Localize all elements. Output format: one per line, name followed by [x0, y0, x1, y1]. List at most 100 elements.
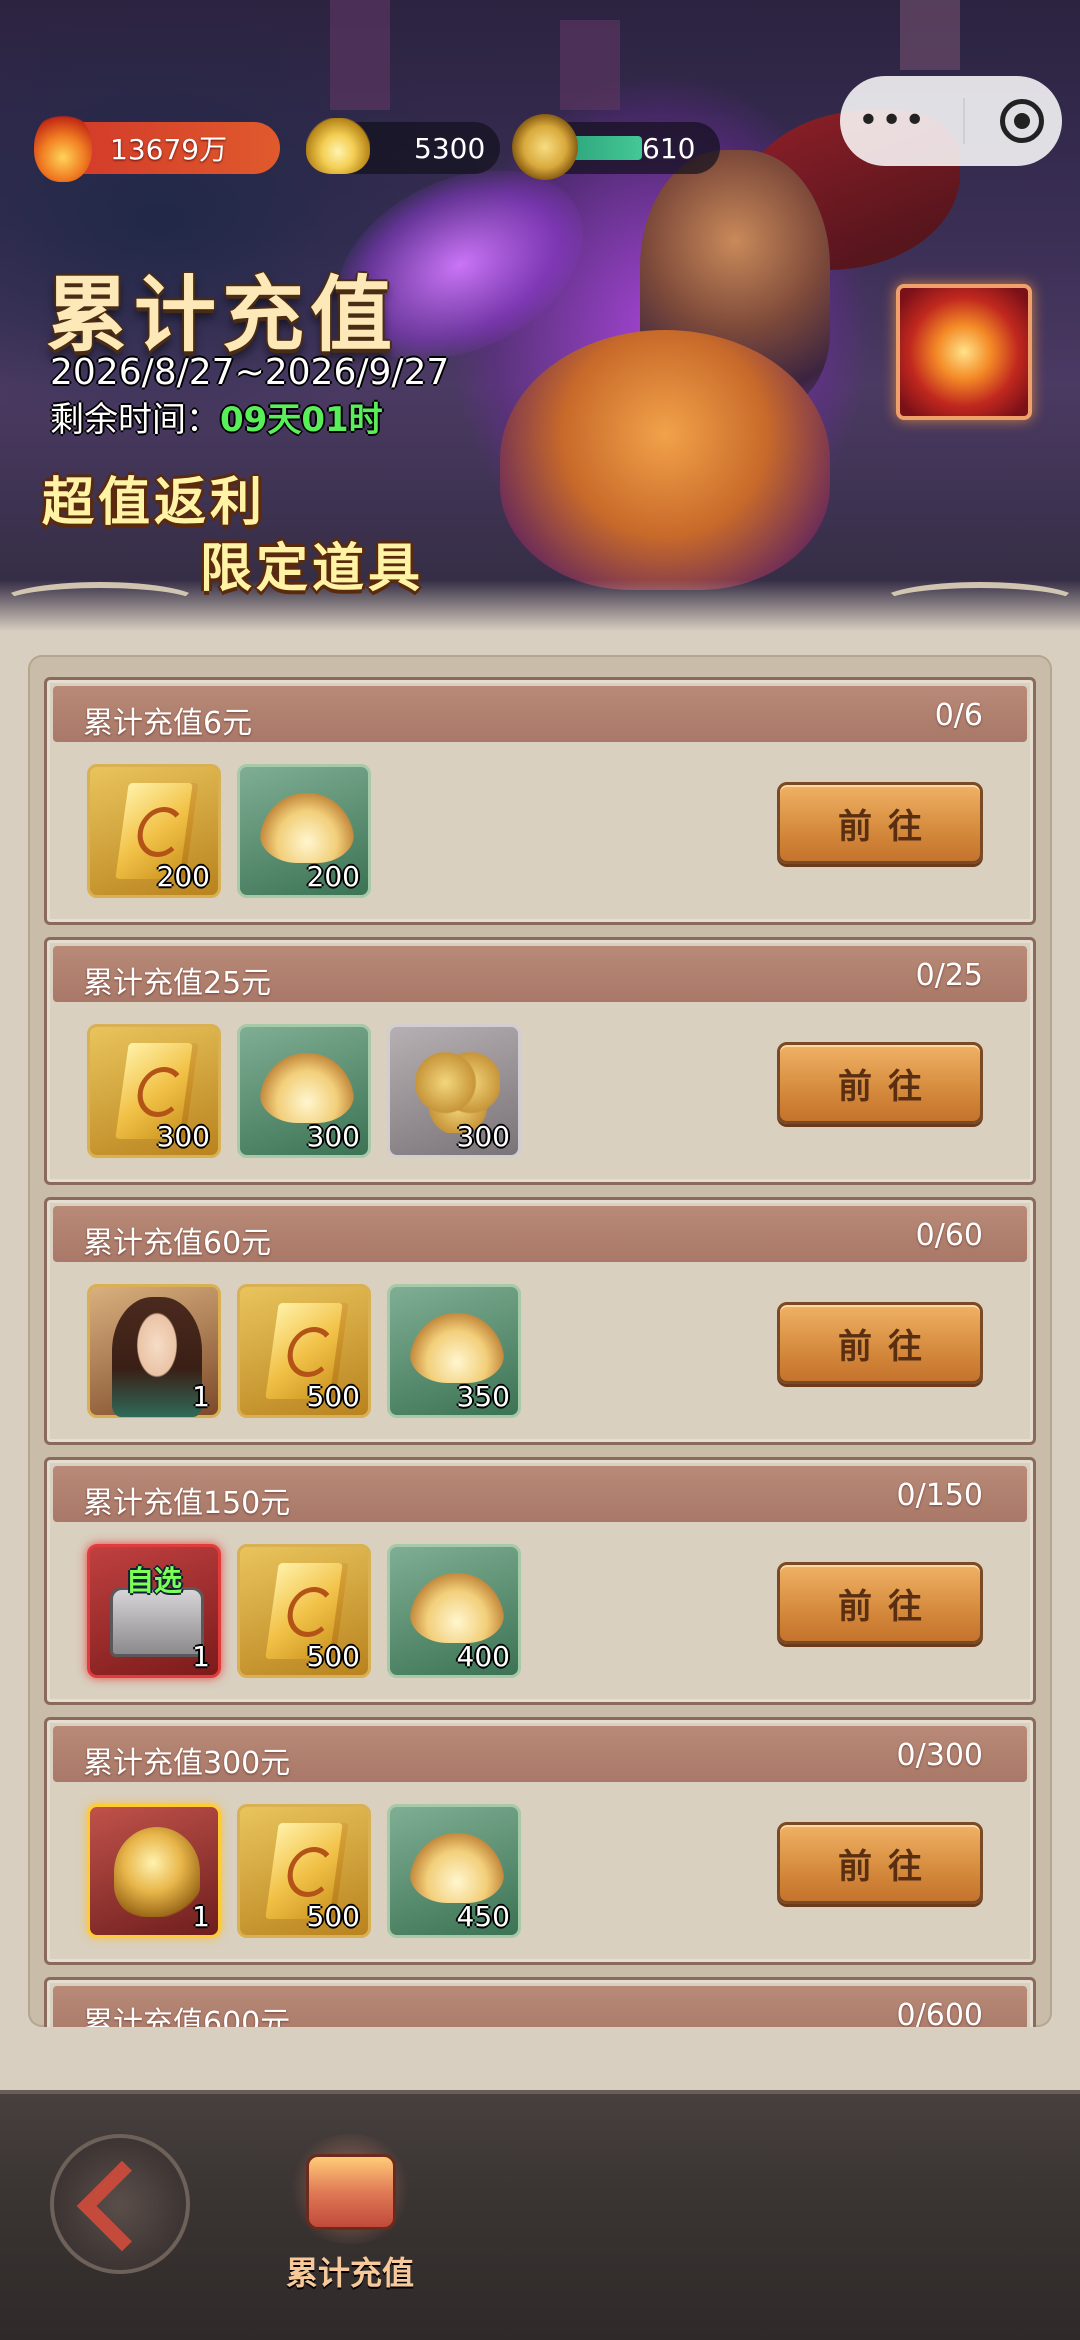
tier-header: 累计充值600元 0/600 [53, 1986, 1027, 2027]
reward-row: 1 500 450 [87, 1804, 521, 1938]
miniprogram-capsule: ••• [840, 76, 1062, 166]
reward-qty: 500 [306, 1380, 360, 1413]
banner-flag [560, 20, 620, 110]
reward-item[interactable]: 200 [237, 764, 371, 898]
lotus-icon [260, 793, 354, 863]
reward-item[interactable]: 300 [237, 1024, 371, 1158]
tier-progress: 0/6 [934, 698, 983, 733]
reward-qty: 1 [192, 1900, 210, 1933]
reward-qty: 350 [456, 1380, 510, 1413]
tab-label: 累计充值 [285, 2254, 414, 2292]
tier-progress: 0/25 [915, 958, 983, 993]
tier-progress: 0/600 [896, 1998, 983, 2027]
reward-item[interactable]: 1 [87, 1804, 221, 1938]
reward-item[interactable]: 自选 1 [87, 1544, 221, 1678]
banner-flag [900, 0, 960, 70]
reward-qty: 300 [306, 1120, 360, 1153]
optional-tag: 自选 [125, 1564, 183, 1597]
event-remaining: 剩余时间：09天01时 [50, 392, 383, 441]
reward-item[interactable]: 350 [387, 1284, 521, 1418]
remaining-time: 09天01时 [220, 400, 383, 440]
remaining-label: 剩余时间： [50, 400, 220, 440]
coin-display: 610 [512, 114, 720, 180]
power-display: 13679万 [34, 112, 280, 182]
coin-bar [572, 136, 642, 160]
tab-cumulative-recharge[interactable]: 累计充值 [270, 2124, 430, 2314]
power-value: 13679万 [110, 133, 228, 166]
hero-portrait-icon [112, 1297, 202, 1417]
tier-card: 累计充值25元 0/25 300 300 300 前往 [44, 937, 1036, 1185]
reward-item[interactable]: 1 [87, 1284, 221, 1418]
tier-card: 累计充值60元 0/60 1 500 350 前往 [44, 1197, 1036, 1445]
slogan-limited: 限定道具 [200, 539, 425, 599]
copper-coin-icon [512, 114, 578, 180]
reward-qty: 500 [306, 1900, 360, 1933]
treasure-box-icon [306, 2154, 396, 2230]
lotus-icon [260, 1053, 354, 1123]
tier-progress: 0/150 [896, 1478, 983, 1513]
reward-qty: 1 [192, 1640, 210, 1673]
banner-flag [330, 0, 390, 110]
reward-item[interactable]: 400 [387, 1544, 521, 1678]
lotus-icon [410, 1573, 504, 1643]
reward-item[interactable]: 500 [237, 1804, 371, 1938]
go-button[interactable]: 前往 [777, 1562, 983, 1644]
lotus-icon [410, 1833, 504, 1903]
tier-progress: 0/60 [915, 1218, 983, 1253]
reward-item[interactable]: 200 [87, 764, 221, 898]
tier-title: 累计充值150元 [83, 1486, 291, 1521]
tier-title: 累计充值300元 [83, 1746, 291, 1781]
tier-header: 累计充值6元 0/6 [53, 686, 1027, 742]
reward-qty: 300 [456, 1120, 510, 1153]
tier-header: 累计充值300元 0/300 [53, 1726, 1027, 1782]
reward-row: 200 200 [87, 764, 371, 898]
tier-progress: 0/300 [896, 1738, 983, 1773]
tier-card: 累计充值150元 0/150 自选 1 500 400 前往 [44, 1457, 1036, 1705]
slogan-rebate: 超值返利 [42, 473, 267, 533]
reward-qty: 200 [306, 860, 360, 893]
event-dates: 2026/8/27~2026/9/27 [50, 352, 450, 393]
reward-item[interactable]: 500 [237, 1284, 371, 1418]
reward-qty: 400 [456, 1640, 510, 1673]
tier-card: 累计充值300元 0/300 1 500 450 前往 [44, 1717, 1036, 1965]
lotus-icon [410, 1313, 504, 1383]
target-icon[interactable] [1000, 99, 1045, 143]
tier-list[interactable]: 累计充值6元 0/6 200 200 前往 累计充值25元 0/25 300 3… [28, 655, 1052, 2027]
gold-value: 5300 [414, 131, 486, 165]
reward-item[interactable]: 500 [237, 1544, 371, 1678]
go-button[interactable]: 前往 [777, 782, 983, 864]
banner-fade [0, 580, 1080, 640]
go-button[interactable]: 前往 [777, 1042, 983, 1124]
reward-qty: 450 [456, 1900, 510, 1933]
fire-orb-icon[interactable] [896, 284, 1032, 420]
capsule-divider [962, 98, 965, 144]
go-button[interactable]: 前往 [777, 1302, 983, 1384]
tier-header: 累计充值60元 0/60 [53, 1206, 1027, 1262]
reward-row: 300 300 300 [87, 1024, 521, 1158]
gold-display[interactable]: 5300 [306, 118, 500, 174]
tier-header: 累计充值25元 0/25 [53, 946, 1027, 1002]
reward-item[interactable]: 300 [387, 1024, 521, 1158]
hero-tiger-art [500, 330, 830, 590]
event-title: 累计充值 [46, 267, 399, 363]
reward-qty: 300 [156, 1120, 210, 1153]
bottom-nav: 累计充值 [0, 2090, 1080, 2340]
reward-row: 自选 1 500 400 [87, 1544, 521, 1678]
go-button[interactable]: 前往 [777, 1822, 983, 1904]
tier-card: 累计充值600元 0/600 [44, 1977, 1036, 2027]
reward-item[interactable]: 300 [87, 1024, 221, 1158]
reward-qty: 1 [192, 1380, 210, 1413]
tier-title: 累计充值6元 [83, 706, 253, 741]
tier-header: 累计充值150元 0/150 [53, 1466, 1027, 1522]
tier-card: 累计充值6元 0/6 200 200 前往 [44, 677, 1036, 925]
back-arrow-icon [76, 2160, 168, 2252]
reward-item[interactable]: 450 [387, 1804, 521, 1938]
gold-ingot-icon [306, 118, 370, 174]
tier-title: 累计充值25元 [83, 966, 272, 1001]
tier-title: 累计充值60元 [83, 1226, 272, 1261]
back-button[interactable] [50, 2134, 190, 2274]
more-dots-icon[interactable]: ••• [858, 103, 928, 139]
reward-qty: 500 [306, 1640, 360, 1673]
reward-qty: 200 [156, 860, 210, 893]
tier-title: 累计充值600元 [83, 2006, 291, 2027]
